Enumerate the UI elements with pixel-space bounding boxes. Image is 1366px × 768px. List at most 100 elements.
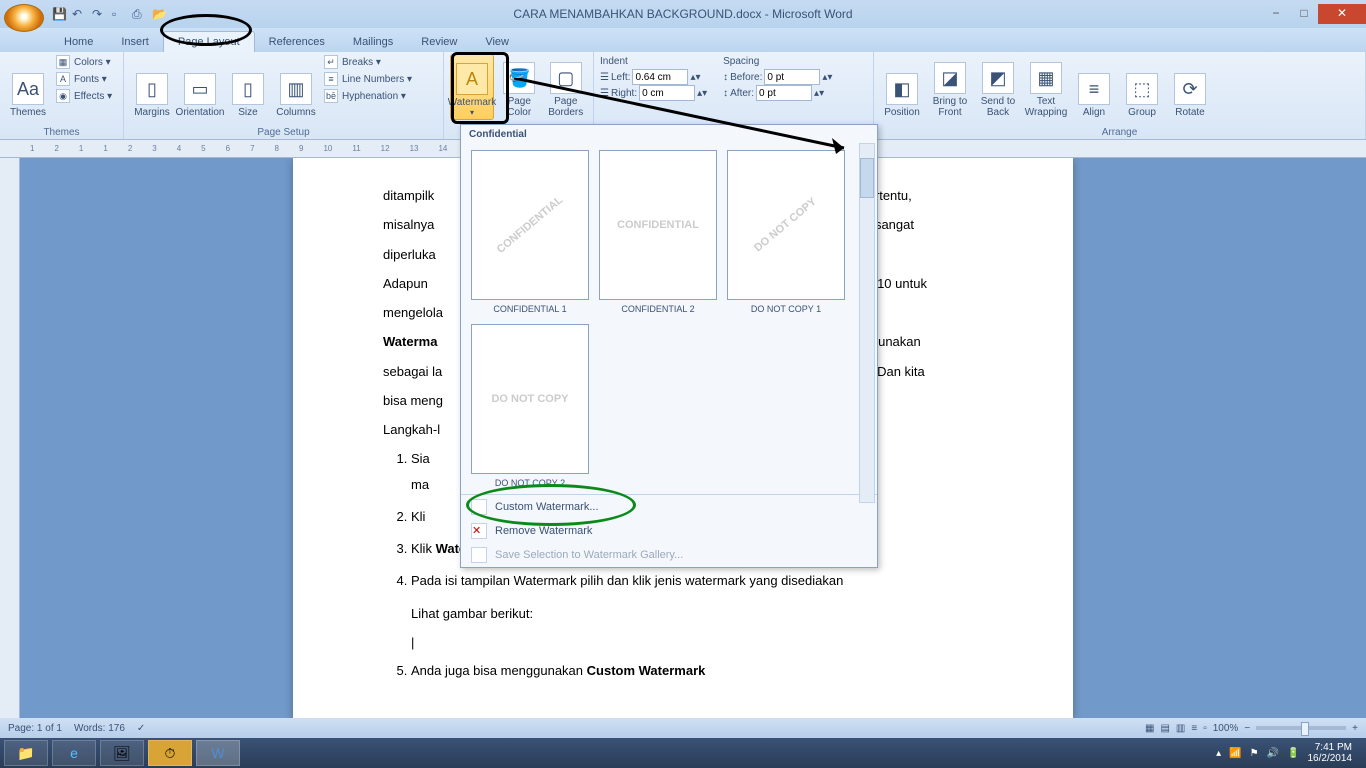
tab-page-layout[interactable]: Page Layout — [163, 31, 255, 52]
close-button[interactable]: ✕ — [1318, 4, 1366, 24]
status-page[interactable]: Page: 1 of 1 — [8, 723, 62, 734]
fonts-icon: A — [56, 72, 70, 86]
position-icon: ◧ — [886, 73, 918, 105]
page-borders-button[interactable]: ▢Page Borders — [545, 54, 588, 120]
size-button[interactable]: ▯Size — [226, 54, 270, 120]
watermark-gallery: Confidential CONFIDENTIAL CONFIDENTIAL 1… — [460, 124, 878, 568]
zoom-in-button[interactable]: + — [1352, 723, 1358, 734]
vertical-ruler[interactable] — [0, 158, 20, 718]
tab-insert[interactable]: Insert — [107, 32, 163, 52]
align-icon: ≡ — [1078, 73, 1110, 105]
text-wrap-button[interactable]: ▦Text Wrapping — [1024, 54, 1068, 120]
undo-icon[interactable]: ↶ — [72, 7, 86, 21]
spacing-before-field[interactable]: ↕Before:▴▾ — [723, 69, 832, 85]
send-back-icon: ◩ — [982, 62, 1014, 94]
save-selection-icon — [471, 547, 487, 563]
zoom-slider[interactable] — [1256, 726, 1346, 730]
themes-group-label: Themes — [0, 127, 123, 138]
tray-clock[interactable]: 7:41 PM16/2/2014 — [1308, 742, 1353, 764]
themes-button[interactable]: AaThemes — [6, 54, 50, 120]
tray-network-icon[interactable]: 📶 — [1229, 748, 1241, 759]
effects-icon: ◉ — [56, 89, 70, 103]
arrange-group-label: Arrange — [874, 127, 1365, 138]
status-proof-icon[interactable]: ✓ — [137, 723, 145, 734]
page-color-icon: 🪣 — [503, 62, 535, 94]
tray-up-icon[interactable]: ▴ — [1216, 748, 1221, 759]
print-icon[interactable]: ⎙ — [132, 7, 146, 21]
custom-watermark-icon — [471, 499, 487, 515]
bring-front-button[interactable]: ◪Bring to Front — [928, 54, 972, 120]
task-ie[interactable]: e — [52, 740, 96, 766]
status-words[interactable]: Words: 176 — [74, 723, 125, 734]
orientation-button[interactable]: ▭Orientation — [178, 54, 222, 120]
colors-button[interactable]: ▦Colors ▾ — [54, 54, 114, 70]
breaks-button[interactable]: ↵Breaks ▾ — [322, 54, 414, 70]
task-explorer[interactable]: 📁 — [4, 740, 48, 766]
margins-button[interactable]: ▯Margins — [130, 54, 174, 120]
tray-volume-icon[interactable]: 🔊 — [1267, 748, 1279, 759]
indent-left-field[interactable]: ☰Left:▴▾ — [600, 69, 707, 85]
effects-button[interactable]: ◉Effects ▾ — [54, 88, 114, 104]
breaks-icon: ↵ — [324, 55, 338, 69]
watermark-icon: A — [456, 63, 488, 95]
maximize-button[interactable]: □ — [1290, 4, 1318, 24]
task-word[interactable]: W — [196, 740, 240, 766]
margins-icon: ▯ — [136, 73, 168, 105]
tab-references[interactable]: References — [255, 32, 339, 52]
watermark-button[interactable]: AWatermark▾ — [450, 54, 494, 120]
columns-icon: ▥ — [280, 73, 312, 105]
tab-mailings[interactable]: Mailings — [339, 32, 407, 52]
hyphenation-button[interactable]: bēHyphenation ▾ — [322, 88, 414, 104]
position-button[interactable]: ◧Position — [880, 54, 924, 120]
fonts-button[interactable]: AFonts ▾ — [54, 71, 114, 87]
columns-button[interactable]: ▥Columns — [274, 54, 318, 120]
line-numbers-icon: ≡ — [324, 72, 338, 86]
ribbon-tabs: Home Insert Page Layout References Maili… — [0, 28, 1366, 52]
view-outline-icon[interactable]: ≡ — [1191, 723, 1197, 734]
group-icon: ⬚ — [1126, 73, 1158, 105]
page-color-button[interactable]: 🪣Page Color — [498, 54, 541, 120]
send-back-button[interactable]: ◩Send to Back — [976, 54, 1020, 120]
gallery-item-do-not-copy-2[interactable]: DO NOT COPY DO NOT COPY 2 — [471, 324, 589, 488]
tab-view[interactable]: View — [471, 32, 523, 52]
redo-icon[interactable]: ↷ — [92, 7, 106, 21]
task-app1[interactable]: 🖼 — [100, 740, 144, 766]
system-tray: ▴ 📶 ⚑ 🔊 🔋 7:41 PM16/2/2014 — [1216, 742, 1362, 764]
gallery-item-do-not-copy-1[interactable]: DO NOT COPY DO NOT COPY 1 — [727, 150, 845, 314]
gallery-item-confidential-2[interactable]: CONFIDENTIAL CONFIDENTIAL 2 — [599, 150, 717, 314]
line-numbers-button[interactable]: ≡Line Numbers ▾ — [322, 71, 414, 87]
view-print-icon[interactable]: ▦ — [1145, 723, 1154, 734]
view-web-icon[interactable]: ▥ — [1176, 723, 1185, 734]
tray-battery-icon[interactable]: 🔋 — [1287, 748, 1299, 759]
rotate-button[interactable]: ⟳Rotate — [1168, 54, 1212, 120]
remove-watermark-item[interactable]: ✕Remove Watermark — [461, 519, 877, 543]
page-setup-group-label: Page Setup — [124, 127, 443, 138]
orientation-icon: ▭ — [184, 73, 216, 105]
zoom-level[interactable]: 100% — [1213, 723, 1239, 734]
save-selection-item: Save Selection to Watermark Gallery... — [461, 543, 877, 567]
align-button[interactable]: ≡Align — [1072, 54, 1116, 120]
size-icon: ▯ — [232, 73, 264, 105]
office-button[interactable] — [4, 4, 44, 32]
window-title: CARA MENAMBAHKAN BACKGROUND.docx - Micro… — [513, 7, 852, 21]
save-icon[interactable]: 💾 — [52, 7, 66, 21]
indent-right-field[interactable]: ☰Right:▴▾ — [600, 85, 707, 101]
spacing-after-field[interactable]: ↕After:▴▾ — [723, 85, 832, 101]
zoom-out-button[interactable]: − — [1244, 723, 1250, 734]
indent-label: Indent — [600, 56, 707, 67]
tab-home[interactable]: Home — [50, 32, 107, 52]
tray-flag-icon[interactable]: ⚑ — [1250, 748, 1259, 759]
open-icon[interactable]: 📂 — [152, 7, 166, 21]
tab-review[interactable]: Review — [407, 32, 471, 52]
gallery-scrollbar[interactable] — [859, 143, 875, 503]
group-button[interactable]: ⬚Group — [1120, 54, 1164, 120]
title-bar: 💾 ↶ ↷ ▫ ⎙ 📂 CARA MENAMBAHKAN BACKGROUND.… — [0, 0, 1366, 28]
themes-icon: Aa — [12, 73, 44, 105]
minimize-button[interactable]: − — [1262, 4, 1290, 24]
view-draft-icon[interactable]: ▫ — [1203, 723, 1207, 734]
view-read-icon[interactable]: ▤ — [1160, 723, 1169, 734]
custom-watermark-item[interactable]: Custom Watermark... — [461, 495, 877, 519]
task-app2[interactable]: ⏱ — [148, 740, 192, 766]
new-icon[interactable]: ▫ — [112, 7, 126, 21]
gallery-item-confidential-1[interactable]: CONFIDENTIAL CONFIDENTIAL 1 — [471, 150, 589, 314]
